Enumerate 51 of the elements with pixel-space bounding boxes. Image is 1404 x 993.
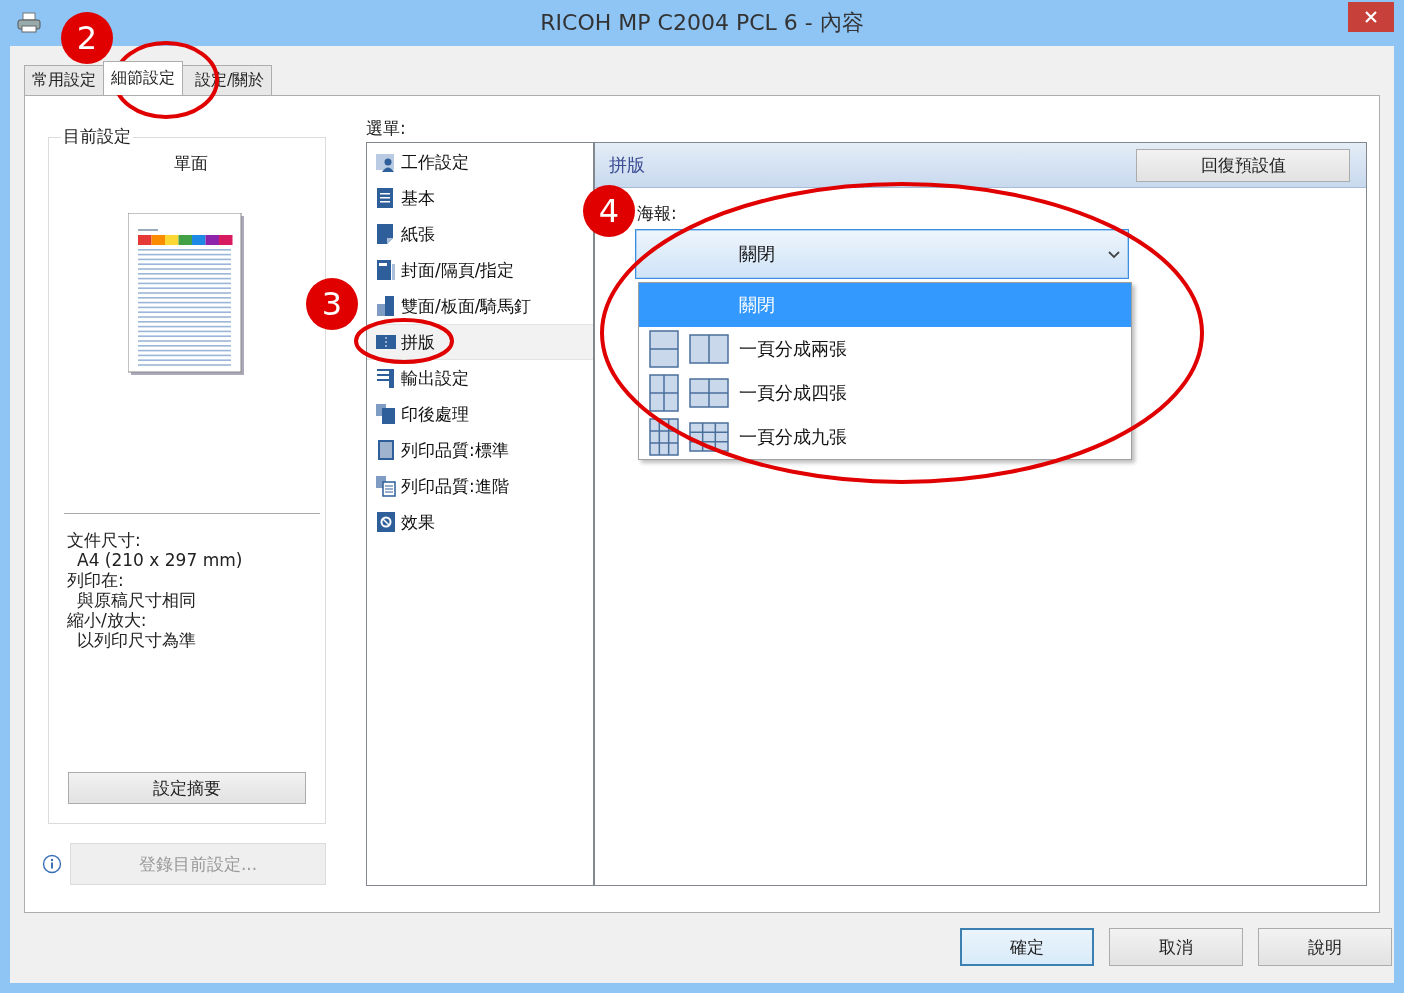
tab[interactable]: 細節設定: [103, 61, 183, 95]
reset-defaults-button[interactable]: 回復預設值: [1136, 148, 1350, 182]
menu-item[interactable]: 封面/隔頁/指定: [367, 252, 593, 288]
info-value: A4 (210 x 297 mm): [76, 550, 244, 570]
dialog-button[interactable]: 確定: [960, 928, 1094, 966]
menu-item-icon: [375, 294, 397, 318]
summary-button[interactable]: 設定摘要: [68, 772, 306, 804]
menu-item[interactable]: 印後處理: [367, 396, 593, 432]
dropdown-option[interactable]: 一頁分成四張: [639, 371, 1131, 415]
section-title: 拼版: [609, 153, 645, 177]
menu-item[interactable]: 效果: [367, 504, 593, 540]
menu-label: 選單:: [366, 120, 407, 137]
close-icon: [1364, 10, 1378, 24]
dialog-button[interactable]: 取消: [1109, 928, 1243, 966]
info-label: 列印在:: [67, 570, 125, 590]
step-badge: 2: [61, 12, 113, 64]
menu-item[interactable]: 列印品質:進階: [367, 468, 593, 504]
menu-item-icon: [375, 402, 397, 426]
dropdown-option[interactable]: 一頁分成九張: [639, 415, 1131, 459]
menu-item-icon: [375, 510, 397, 534]
landscape-split-icon: [689, 334, 729, 364]
menu-item-icon: [375, 258, 397, 282]
info-value: 與原稿尺寸相同: [76, 590, 197, 610]
poster-label: 海報:: [637, 202, 678, 225]
dropdown-option[interactable]: 一頁分成兩張: [639, 327, 1131, 371]
menu-item[interactable]: 工作設定: [367, 144, 593, 180]
menu-item-icon: [375, 366, 397, 390]
portrait-split-icon: [649, 418, 679, 456]
poster-dropdown[interactable]: 關閉: [635, 229, 1129, 279]
info-label: 文件尺寸:: [67, 530, 142, 550]
portrait-split-icon: [649, 330, 679, 368]
menu-item[interactable]: 列印品質:標準: [367, 432, 593, 468]
tab[interactable]: 常用設定: [24, 65, 104, 95]
info-value: 以列印尺寸為準: [76, 630, 197, 650]
portrait-split-icon: [649, 374, 679, 412]
chevron-down-icon: [1108, 251, 1120, 259]
window-title: RICOH MP C2004 PCL 6 - 內容: [540, 9, 864, 37]
menu-item-icon: [375, 474, 397, 498]
printer-icon: [16, 12, 42, 34]
info-icon: [42, 854, 62, 874]
info-label: 縮小/放大:: [67, 610, 148, 630]
menu-item[interactable]: 輸出設定: [367, 360, 593, 396]
landscape-split-icon: [689, 378, 729, 408]
menu-item-icon: [375, 330, 397, 354]
preview-caption: 單面: [174, 152, 208, 175]
menu-item-icon: [375, 438, 397, 462]
dialog-button[interactable]: 說明: [1258, 928, 1392, 966]
close-button[interactable]: [1348, 2, 1394, 32]
menu-item[interactable]: 拼版: [367, 324, 593, 360]
group-title: 目前設定: [61, 125, 133, 148]
menu-item[interactable]: 雙面/板面/騎馬釘: [367, 288, 593, 324]
